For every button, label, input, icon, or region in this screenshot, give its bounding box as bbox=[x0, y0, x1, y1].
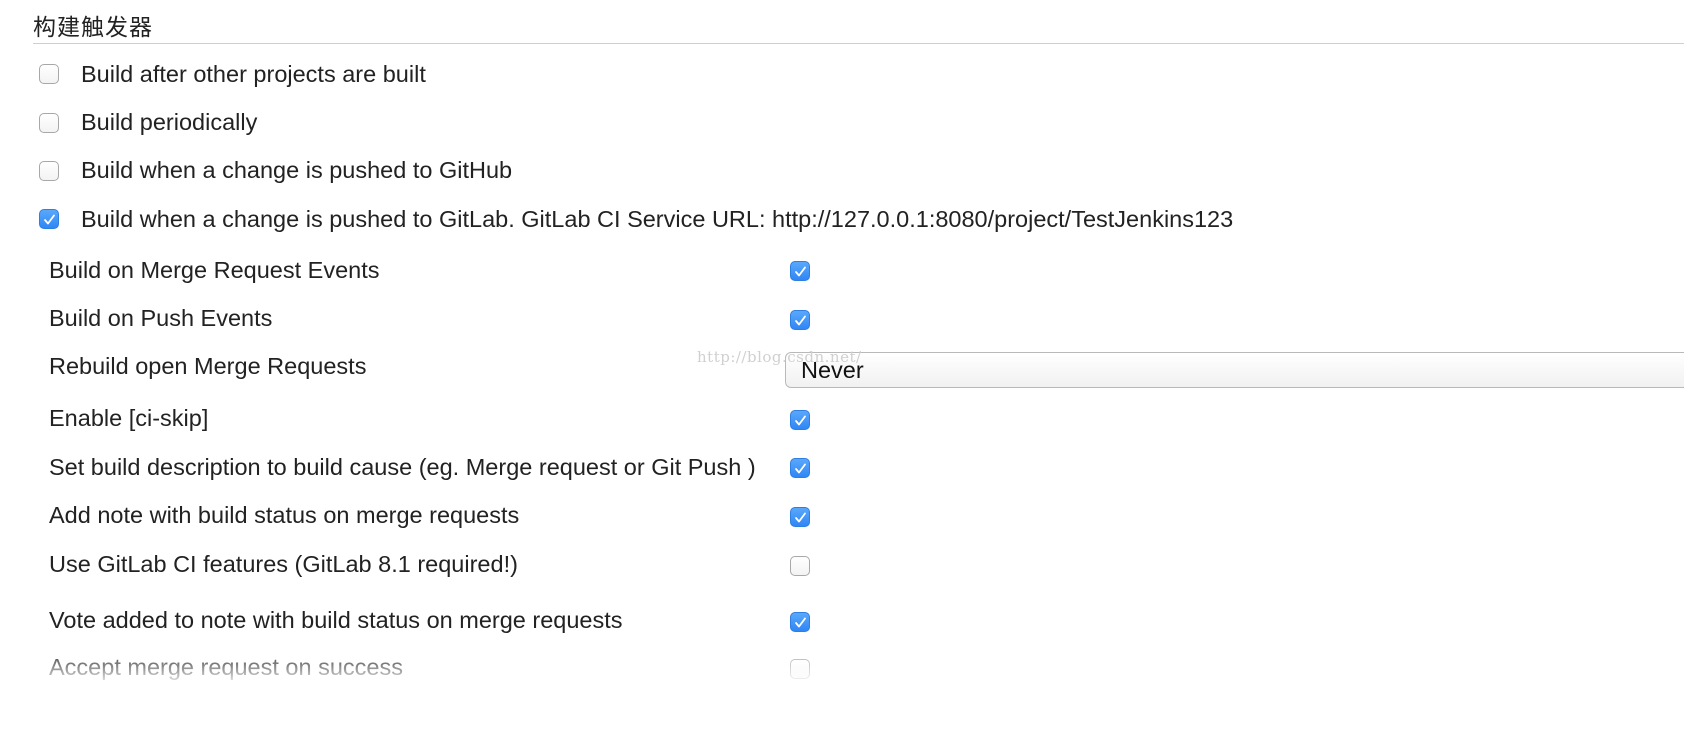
push-events-label: Build on Push Events bbox=[49, 305, 273, 331]
push-events-checkbox[interactable] bbox=[790, 310, 810, 330]
checkmark-icon bbox=[795, 463, 806, 474]
watermark: http://blog.csdn.net/ bbox=[697, 348, 862, 366]
add-note-checkbox[interactable] bbox=[790, 507, 810, 527]
gitlab-ci-features-label: Use GitLab CI features (GitLab 8.1 requi… bbox=[49, 551, 518, 577]
checkmark-icon bbox=[795, 415, 806, 426]
checkmark-icon bbox=[44, 214, 55, 225]
build-gitlab-push-checkbox[interactable] bbox=[39, 209, 59, 229]
build-description-checkbox[interactable] bbox=[790, 458, 810, 478]
build-periodically-label: Build periodically bbox=[81, 109, 258, 135]
section-title: 构建触发器 bbox=[33, 15, 153, 41]
gitlab-ci-features-checkbox[interactable] bbox=[790, 556, 810, 576]
checkmark-icon bbox=[795, 266, 806, 277]
build-github-push-label: Build when a change is pushed to GitHub bbox=[81, 157, 513, 183]
build-gitlab-push-label: Build when a change is pushed to GitLab.… bbox=[81, 206, 1234, 232]
build-after-other-projects-label: Build after other projects are built bbox=[81, 61, 426, 87]
ci-skip-checkbox[interactable] bbox=[790, 410, 810, 430]
checkmark-icon bbox=[795, 512, 806, 523]
checkmark-icon bbox=[795, 617, 806, 628]
merge-request-events-label: Build on Merge Request Events bbox=[49, 257, 380, 283]
merge-request-events-checkbox[interactable] bbox=[790, 261, 810, 281]
build-description-label: Set build description to build cause (eg… bbox=[49, 454, 756, 480]
section-header: 构建触发器 bbox=[33, 6, 1684, 44]
checkmark-icon bbox=[795, 315, 806, 326]
rebuild-open-mr-select[interactable]: Never bbox=[785, 352, 1684, 388]
accept-mr-checkbox[interactable] bbox=[790, 659, 810, 679]
build-periodically-checkbox[interactable] bbox=[39, 113, 59, 133]
vote-added-label: Vote added to note with build status on … bbox=[49, 607, 623, 633]
ci-skip-label: Enable [ci-skip] bbox=[49, 405, 209, 431]
add-note-label: Add note with build status on merge requ… bbox=[49, 502, 520, 528]
vote-added-checkbox[interactable] bbox=[790, 612, 810, 632]
rebuild-open-mr-label: Rebuild open Merge Requests bbox=[49, 353, 367, 379]
build-after-other-projects-checkbox[interactable] bbox=[39, 64, 59, 84]
build-github-push-checkbox[interactable] bbox=[39, 161, 59, 181]
accept-mr-label: Accept merge request on success bbox=[49, 654, 403, 680]
